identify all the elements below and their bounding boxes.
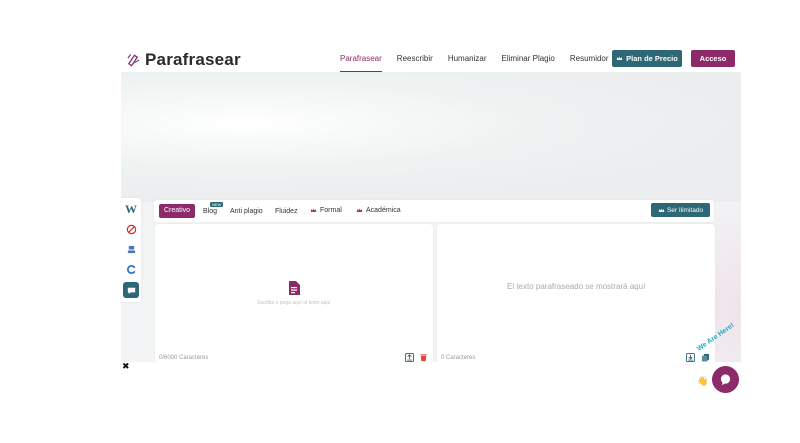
output-placeholder: El texto parafraseado se mostrará aquí <box>507 282 646 291</box>
mode-toolbar: Creativo Blog NEW Anti plagio Fluidez Fo… <box>154 200 714 222</box>
brand-logo[interactable]: Parafrasear <box>126 50 241 70</box>
nav-humanizar[interactable]: Humanizar <box>448 48 487 72</box>
robot-icon <box>127 245 135 253</box>
crown-icon <box>310 208 317 212</box>
document-icon <box>289 281 300 295</box>
no-ads-icon <box>126 224 136 234</box>
nav-resumidor[interactable]: Resumidor <box>570 48 609 72</box>
chrome-icon <box>126 264 135 274</box>
output-panel: El texto parafraseado se mostrará aquí 0… <box>437 224 715 364</box>
crown-icon <box>616 56 623 60</box>
mode-academica[interactable]: Académica <box>356 207 401 214</box>
input-panel[interactable]: Escribe o pega aquí el texto aquí 0/6000… <box>155 224 433 364</box>
chat-button[interactable] <box>123 282 139 298</box>
mode-creativo[interactable]: Creativo <box>159 204 196 218</box>
upload-icon <box>405 353 414 362</box>
nav-parafrasear[interactable]: Parafrasear <box>340 48 382 72</box>
wordpress-icon: W <box>125 201 137 216</box>
waving-hand-icon: 👋 <box>697 376 709 386</box>
ad-banner <box>121 362 741 393</box>
copy-button[interactable] <box>701 353 710 362</box>
chat-widget-button[interactable] <box>712 366 739 393</box>
nav-eliminar-plagio[interactable]: Eliminar Plagio <box>502 48 555 72</box>
chrome-extension-button[interactable] <box>123 261 139 277</box>
crown-icon <box>356 208 363 212</box>
chat-bubble-icon <box>720 374 731 386</box>
trash-icon <box>420 354 427 362</box>
close-ad-icon[interactable]: ✖ <box>122 362 130 371</box>
download-button[interactable] <box>686 353 695 362</box>
hero-background <box>121 72 741 202</box>
nav-reescribir[interactable]: Reescribir <box>397 48 433 72</box>
mode-formal-label: Formal <box>320 207 342 214</box>
mode-formal[interactable]: Formal <box>310 207 342 214</box>
top-header: Parafrasear Parafrasear Reescribir Human… <box>121 48 741 73</box>
mode-anti-plagio[interactable]: Anti plagio <box>230 208 263 215</box>
upload-button[interactable] <box>405 353 414 362</box>
robot-button[interactable] <box>123 241 139 257</box>
brand-hand-icon <box>127 54 140 67</box>
login-button[interactable]: Acceso <box>691 50 735 67</box>
download-icon <box>686 353 695 362</box>
mode-blog[interactable]: Blog <box>203 208 217 215</box>
crown-icon <box>658 207 665 212</box>
input-placeholder: Escribe o pega aquí el texto aquí <box>257 300 331 306</box>
no-ads-button[interactable] <box>123 221 139 237</box>
pricing-button-label: Plan de Precio <box>626 54 678 63</box>
delete-button[interactable] <box>419 353 428 362</box>
unlimited-button[interactable]: Ser Ilimitado <box>651 203 710 217</box>
unlimited-button-label: Ser Ilimitado <box>666 206 704 214</box>
brand-name: Parafrasear <box>145 50 241 69</box>
page-frame: Parafrasear Parafrasear Reescribir Human… <box>121 48 741 393</box>
main-nav: Parafrasear Reescribir Humanizar Elimina… <box>340 48 624 72</box>
pricing-button[interactable]: Plan de Precio <box>612 50 682 67</box>
mode-academica-label: Académica <box>366 207 401 214</box>
mode-fluidez[interactable]: Fluidez <box>275 208 298 215</box>
copy-icon <box>701 353 710 362</box>
output-char-count: 0 Caracteres <box>441 355 476 361</box>
wordpress-button[interactable]: W <box>123 201 139 217</box>
new-badge: NEW <box>210 202 224 207</box>
input-char-count: 0/6000 Caracteres <box>159 355 209 361</box>
chat-icon <box>127 287 135 294</box>
side-toolbar: W <box>121 198 141 302</box>
